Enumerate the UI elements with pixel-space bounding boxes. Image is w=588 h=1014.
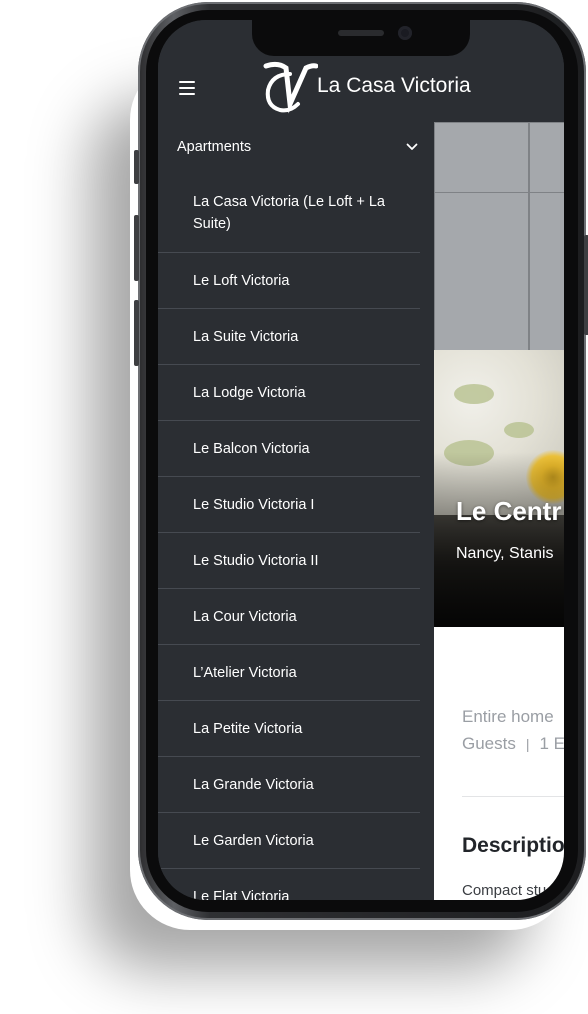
- hero-photo: Le Centr Nancy, Stanis: [434, 122, 564, 627]
- menu-item-le-loft-victoria[interactable]: Le Loft Victoria: [158, 253, 420, 309]
- hamburger-icon[interactable]: [179, 81, 195, 95]
- notch: [252, 20, 470, 56]
- apartments-label: Apartments: [177, 139, 252, 155]
- menu-item-le-balcon-victoria[interactable]: Le Balcon Victoria: [158, 421, 420, 477]
- menu-item-la-suite-victoria[interactable]: La Suite Victoria: [158, 309, 420, 365]
- menu-item-la-grande-victoria[interactable]: La Grande Victoria: [158, 757, 420, 813]
- listing-location: Nancy, Stanis: [456, 545, 554, 562]
- phone-mockup-stage: La Casa Victoria Apartments La Casa Vict…: [0, 0, 588, 1014]
- front-camera: [398, 26, 412, 40]
- fabric-pattern: [504, 422, 534, 438]
- apartments-list: La Casa Victoria (Le Loft + La Suite) Le…: [158, 174, 420, 900]
- separator: |: [525, 736, 530, 752]
- menu-item-la-casa-victoria[interactable]: La Casa Victoria (Le Loft + La Suite): [158, 174, 420, 253]
- volume-down-button: [134, 300, 139, 366]
- description-heading: Descriptio: [462, 834, 564, 857]
- chevron-down-icon: [406, 143, 418, 150]
- fabric-pattern: [454, 384, 494, 404]
- phone-screen: La Casa Victoria Apartments La Casa Vict…: [158, 20, 564, 900]
- menu-item-la-lodge-victoria[interactable]: La Lodge Victoria: [158, 365, 420, 421]
- cabinet-door: [434, 122, 529, 194]
- description-text: Compact stud: [462, 882, 555, 899]
- listing-title: Le Centr: [456, 496, 562, 526]
- stay-type: Entire home: [462, 707, 554, 726]
- bedrooms-label: 1 E: [539, 734, 565, 753]
- section-divider: [462, 796, 564, 797]
- menu-item-le-garden-victoria[interactable]: Le Garden Victoria: [158, 813, 420, 869]
- capacity-row: Guests | 1 E: [462, 734, 564, 754]
- power-button: [584, 235, 588, 335]
- mute-switch: [134, 150, 139, 184]
- menu-item-le-flat-victoria[interactable]: Le Flat Victoria: [158, 869, 420, 901]
- menu-item-latelier-victoria[interactable]: L’Atelier Victoria: [158, 645, 420, 701]
- cabinet-door: [434, 192, 529, 356]
- apartments-toggle[interactable]: Apartments: [158, 122, 434, 174]
- logo-monogram[interactable]: [256, 60, 318, 116]
- brand-name[interactable]: La Casa Victoria: [317, 74, 471, 98]
- cabinet-door: [529, 122, 564, 194]
- guests-label: Guests: [462, 734, 516, 753]
- menu-item-la-petite-victoria[interactable]: La Petite Victoria: [158, 701, 420, 757]
- speaker-grille: [338, 30, 384, 36]
- volume-up-button: [134, 215, 139, 281]
- side-menu: Apartments La Casa Victoria (Le Loft + L…: [158, 122, 434, 900]
- cabinet-door: [529, 192, 564, 356]
- menu-item-la-cour-victoria[interactable]: La Cour Victoria: [158, 589, 420, 645]
- menu-item-le-studio-victoria-2[interactable]: Le Studio Victoria II: [158, 533, 420, 589]
- menu-item-le-studio-victoria-1[interactable]: Le Studio Victoria I: [158, 477, 420, 533]
- listing-content: Le Centr Nancy, Stanis Entire home Guest…: [434, 122, 564, 900]
- hero-overlay: [434, 452, 564, 627]
